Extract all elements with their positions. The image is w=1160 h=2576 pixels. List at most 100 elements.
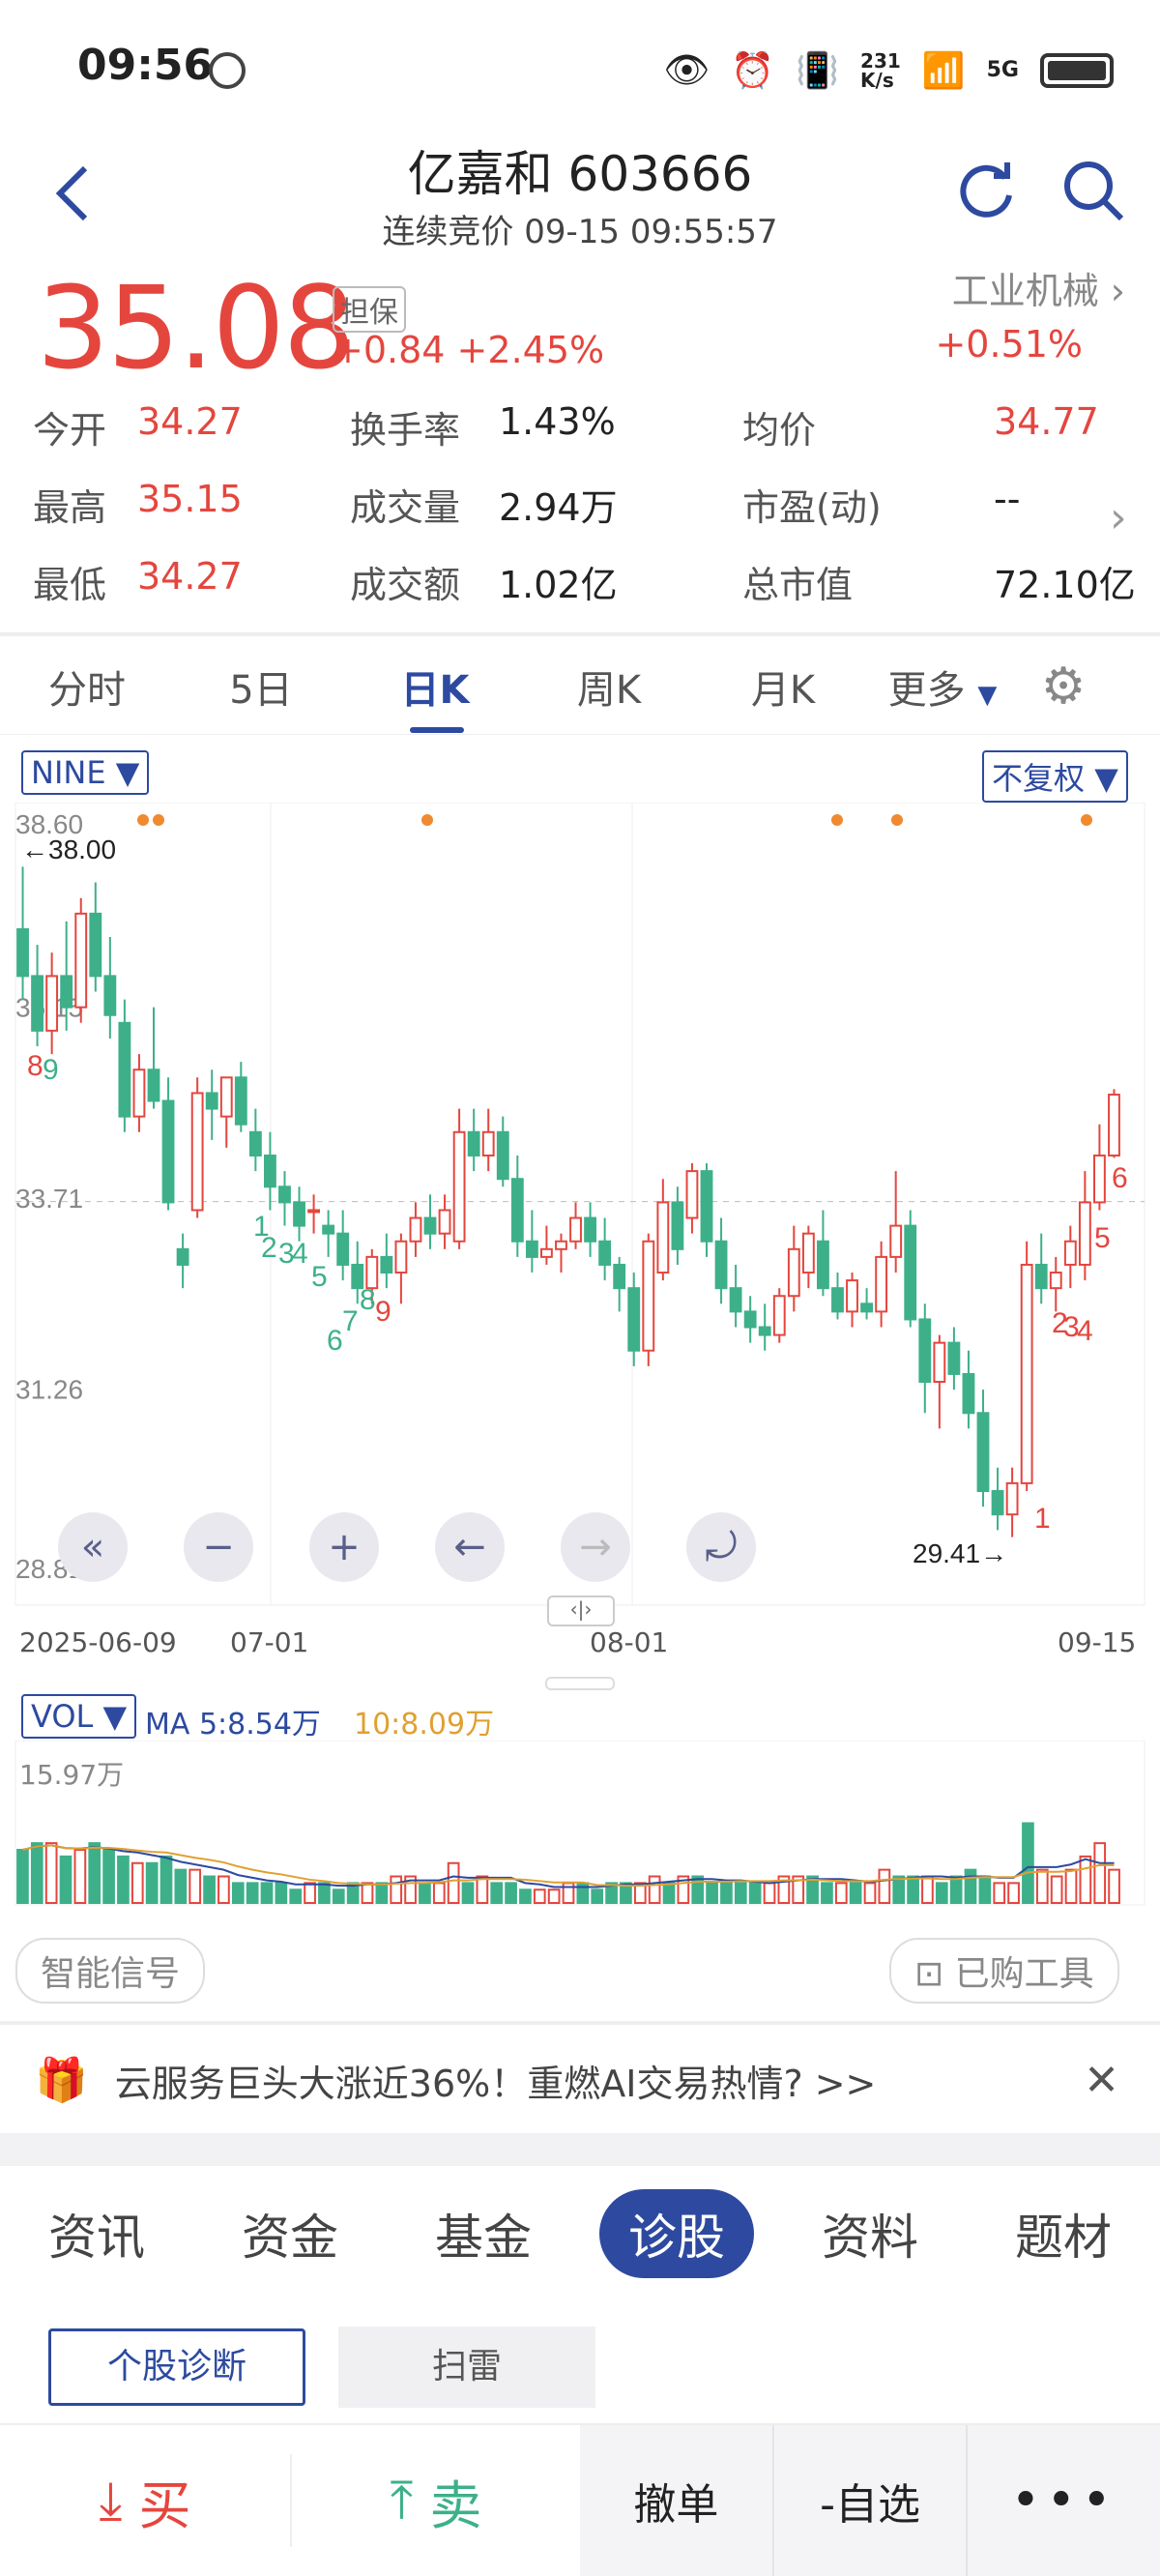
bought-tools-button[interactable]: ⊡ 已购工具 [889, 1938, 1119, 2004]
stat-value: 34.77 [994, 400, 1099, 443]
resize-handle[interactable] [545, 1677, 615, 1690]
current-price: 35.08 [37, 261, 356, 395]
rotate-icon[interactable]: ⤾ [686, 1512, 756, 1582]
volume-bar [1035, 1868, 1049, 1904]
promo-banner[interactable]: 🎁 云服务巨头大涨近36%！重燃AI交易热情? >> ✕ [0, 2027, 1160, 2133]
volume-bar [419, 1882, 431, 1904]
stat-label: 最低 [33, 564, 107, 606]
nine-turn-label: 1 [1034, 1503, 1051, 1535]
adjust-select[interactable]: 不复权 ▼ [982, 750, 1128, 803]
volume-bar [203, 1875, 216, 1904]
x-tick-label: 07-01 [230, 1626, 309, 1658]
sell-button[interactable]: ⤒ 卖 [292, 2425, 580, 2576]
arrow-right-icon[interactable]: → [561, 1512, 630, 1582]
tab-daily-k[interactable]: 日K [348, 659, 522, 715]
watchlist-button[interactable]: -自选 [774, 2425, 969, 2576]
candlestick-chart[interactable]: 38.6036.1533.7131.2628.81←38.0029.41→891… [0, 803, 1160, 1615]
sell-label: 卖 [429, 2474, 482, 2536]
tab-profile[interactable]: 资料 [793, 2189, 947, 2278]
volume-bar [102, 1849, 115, 1904]
signal-dot [421, 814, 433, 826]
candle-body [452, 1130, 466, 1243]
candle-body [947, 1341, 961, 1375]
scroll-handle[interactable]: ‹|› [547, 1595, 615, 1626]
smart-signal-button[interactable]: 智能信号 [15, 1938, 206, 2004]
banner-text: 云服务巨头大涨近36%！重燃AI交易热情? >> [114, 2062, 877, 2105]
tab-fund[interactable]: 基金 [406, 2189, 561, 2278]
zoom-out-icon[interactable]: − [184, 1512, 253, 1582]
divider [0, 2021, 1160, 2025]
stat-value: 2.94万 [499, 486, 618, 529]
volume-bar [1022, 1822, 1034, 1904]
tab-news[interactable]: 资讯 [19, 2189, 174, 2278]
nine-turn-label: 5 [311, 1261, 328, 1293]
volume-bar [44, 1842, 58, 1904]
high-price-label: ←38.00 [21, 834, 116, 864]
volume-bar [720, 1882, 733, 1904]
volume-bar [921, 1875, 934, 1904]
candle-body [525, 1240, 538, 1258]
chart-controls: « − + ← → ⤾ [58, 1512, 756, 1582]
stat-label: 均价 [742, 409, 817, 452]
status-icons: 👁 ⏰ 📳 231 K/s 📶 5G [663, 48, 1114, 92]
arrow-left-icon[interactable]: ← [435, 1512, 505, 1582]
zoom-in-icon[interactable]: + [309, 1512, 379, 1582]
nine-turn-label: 8 [360, 1284, 376, 1316]
rewind-icon[interactable]: « [58, 1512, 128, 1582]
vibrate-icon: 📳 [796, 50, 840, 91]
candle-body [205, 1092, 218, 1110]
candle-body [161, 1099, 175, 1204]
active-tab-underline [410, 727, 464, 733]
vol-select[interactable]: VOL ▼ [21, 1694, 137, 1739]
candle-body [118, 1021, 131, 1118]
candle-body [89, 912, 102, 978]
tab-more[interactable]: 更多 ▼ [870, 659, 1015, 715]
margin-badge: 担保 [333, 286, 406, 333]
signal-dot [1081, 814, 1092, 826]
tab-monthly-k[interactable]: 月K [696, 659, 870, 715]
settings-icon[interactable]: ⚙ [1015, 658, 1112, 716]
bought-tools-label: 已购工具 [954, 1954, 1094, 1994]
volume-bar [160, 1855, 173, 1904]
tab-5day[interactable]: 5日 [174, 659, 348, 715]
cancel-order-button[interactable]: 撤单 [580, 2425, 774, 2576]
risk-scan-button[interactable]: 扫雷 [338, 2327, 595, 2408]
sector-link[interactable]: 工业机械 › [952, 261, 1125, 314]
refresh-icon[interactable] [955, 159, 1019, 222]
nine-turn-label: 6 [1112, 1162, 1128, 1194]
tab-theme[interactable]: 题材 [986, 2189, 1141, 2278]
close-icon[interactable]: ✕ [1084, 2056, 1119, 2105]
volume-bar [892, 1875, 906, 1904]
candle-body [423, 1216, 437, 1235]
tab-funds-flow[interactable]: 资金 [213, 2189, 367, 2278]
volume-bar [978, 1875, 992, 1904]
chevron-right-icon[interactable]: › [1110, 493, 1127, 542]
stat-label: 成交额 [350, 564, 461, 606]
volume-bar [993, 1882, 1006, 1904]
stock-diagnosis-button[interactable]: 个股诊断 [48, 2328, 305, 2406]
candle-body [772, 1295, 786, 1336]
eye-icon: 👁 [663, 48, 710, 91]
tab-diagnosis[interactable]: 诊股 [599, 2189, 754, 2278]
tab-fenshi[interactable]: 分时 [0, 659, 174, 715]
search-icon[interactable] [1059, 157, 1127, 224]
volume-bar [734, 1882, 747, 1904]
indicator-select[interactable]: NINE ▼ [21, 750, 150, 795]
volume-bar [390, 1875, 403, 1904]
more-icon[interactable]: ••• [968, 2425, 1160, 2576]
volume-bar [878, 1868, 891, 1904]
volume-bar [533, 1888, 546, 1904]
candle-body [1093, 1154, 1106, 1204]
gift-icon: 🎁 [35, 2056, 88, 2105]
candle-body [714, 1240, 728, 1290]
volume-bar [117, 1855, 130, 1904]
volume-bar [547, 1888, 561, 1904]
stat-value: 34.27 [137, 400, 243, 443]
volume-bar [1050, 1875, 1063, 1904]
tab-weekly-k[interactable]: 周K [522, 659, 696, 715]
stat-label: 总市值 [742, 564, 854, 606]
candle-body [743, 1310, 757, 1329]
volume-bar [691, 1875, 705, 1904]
buy-button[interactable]: ⤓ 买 [0, 2425, 290, 2576]
volume-bar [461, 1882, 475, 1904]
